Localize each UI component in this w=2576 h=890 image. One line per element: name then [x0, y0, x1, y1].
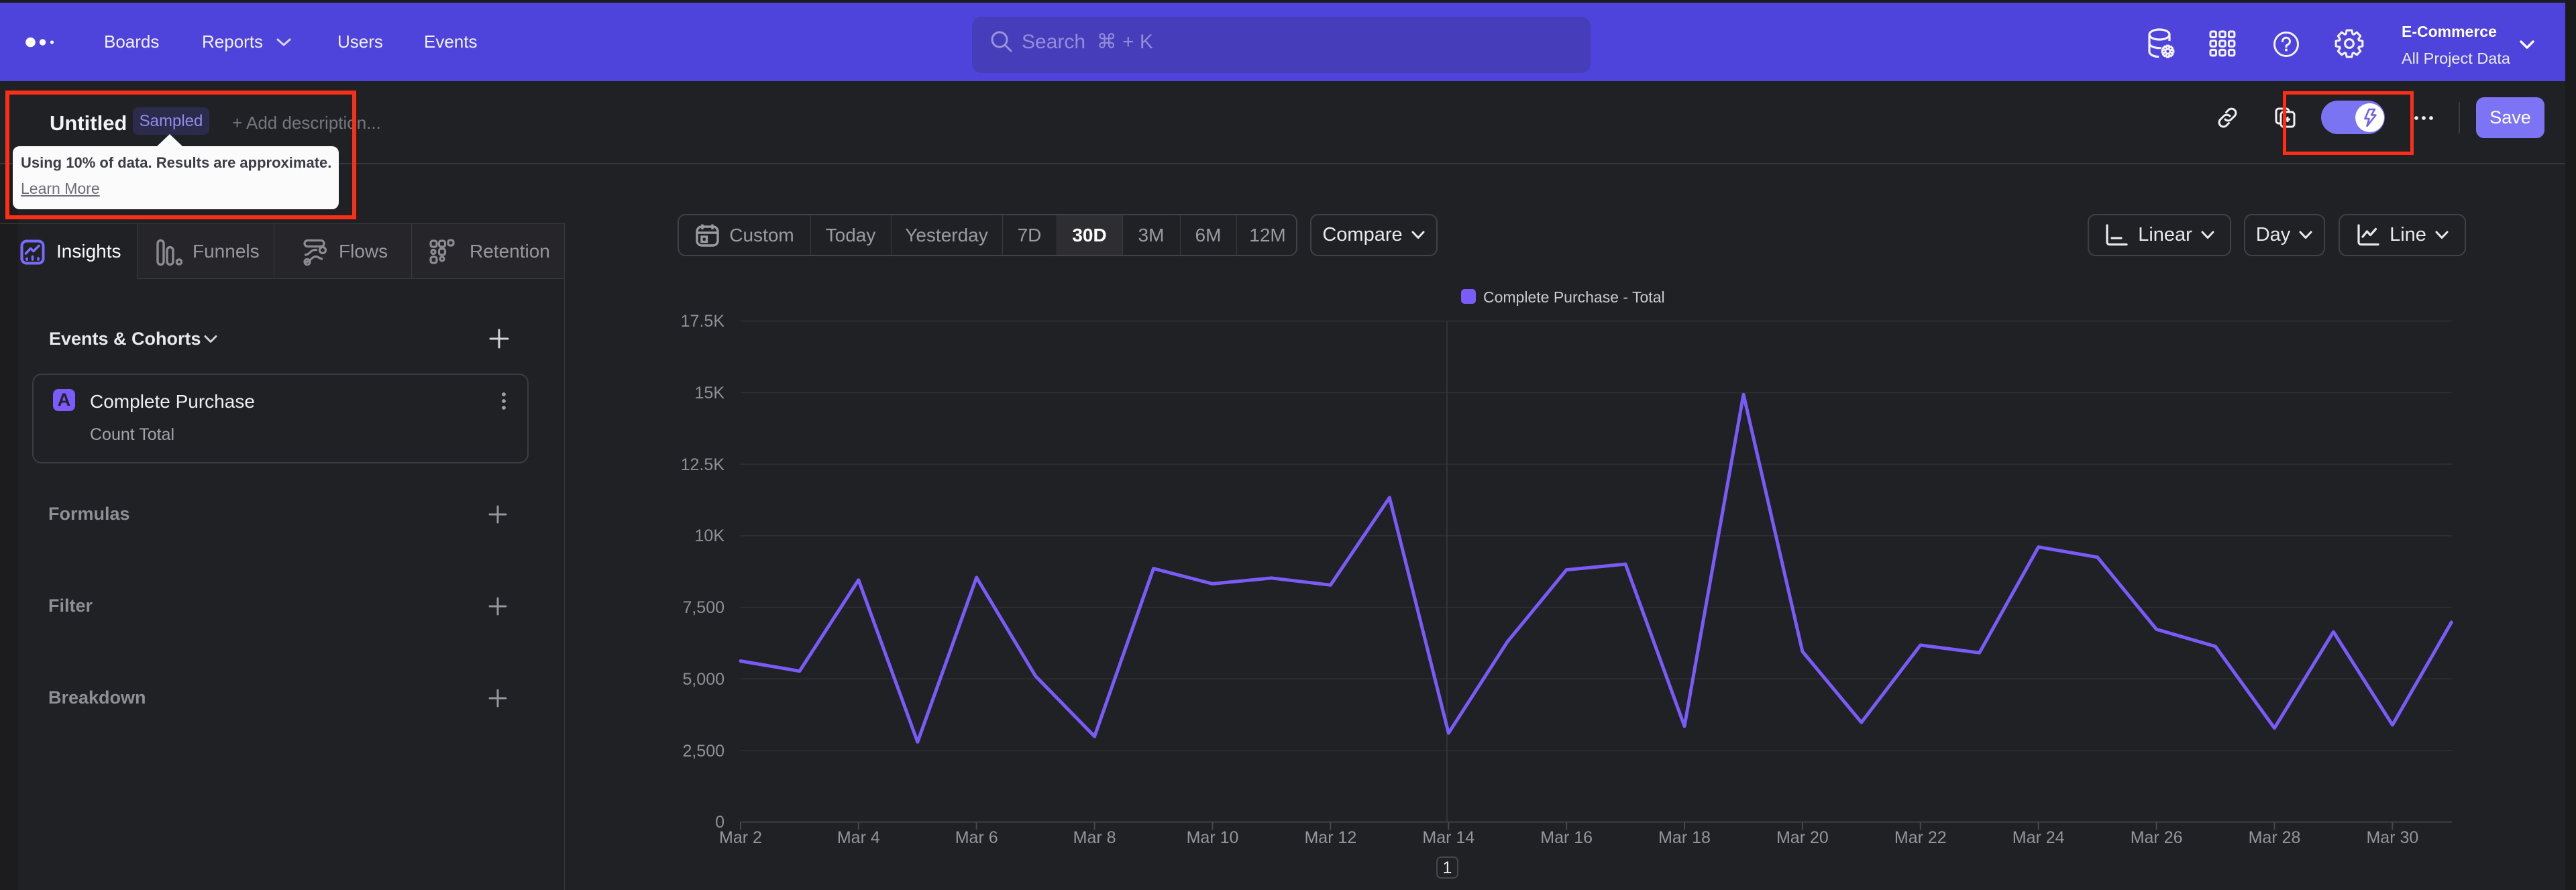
svg-text:Mar 30: Mar 30: [2366, 828, 2418, 847]
svg-text:Mar 22: Mar 22: [1894, 828, 1947, 847]
svg-text:12.5K: 12.5K: [681, 455, 725, 474]
svg-text:7,500: 7,500: [682, 598, 724, 617]
svg-text:Mar 10: Mar 10: [1187, 828, 1239, 847]
svg-text:10K: 10K: [695, 526, 725, 545]
svg-text:17.5K: 17.5K: [681, 312, 725, 331]
svg-text:Mar 2: Mar 2: [719, 828, 762, 847]
svg-text:Mar 12: Mar 12: [1304, 828, 1356, 847]
svg-text:Mar 28: Mar 28: [2249, 828, 2301, 847]
svg-text:5,000: 5,000: [682, 670, 724, 689]
svg-text:15K: 15K: [695, 384, 725, 402]
svg-text:Mar 4: Mar 4: [837, 828, 880, 847]
svg-text:Mar 20: Mar 20: [1776, 828, 1829, 847]
svg-text:Mar 8: Mar 8: [1073, 828, 1116, 847]
svg-text:Mar 14: Mar 14: [1422, 828, 1474, 847]
svg-text:Mar 6: Mar 6: [955, 828, 998, 847]
svg-text:Mar 16: Mar 16: [1540, 828, 1593, 847]
svg-text:2,500: 2,500: [682, 742, 724, 761]
svg-text:Mar 24: Mar 24: [2012, 828, 2065, 847]
svg-text:Mar 18: Mar 18: [1658, 828, 1711, 847]
svg-text:Mar 26: Mar 26: [2131, 828, 2183, 847]
